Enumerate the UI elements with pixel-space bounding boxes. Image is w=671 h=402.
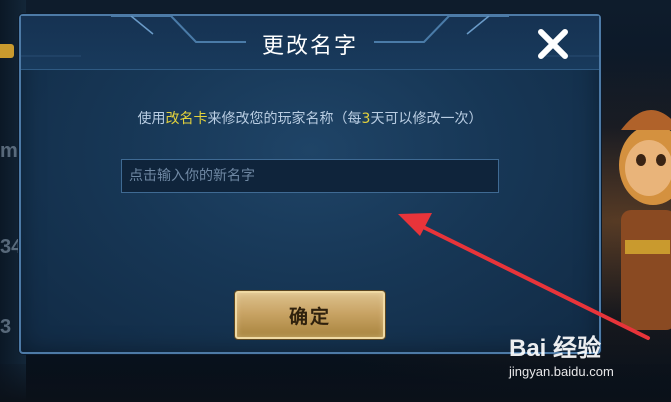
confirm-button[interactable]: 确定 — [235, 291, 385, 339]
background-badge — [0, 44, 14, 58]
dialog-title: 更改名字 — [261, 34, 358, 59]
baidu-jingyan-watermark: Bai 经验 jingyan.baidu.com — [509, 328, 659, 388]
rename-card-label: 改名卡 — [165, 111, 208, 127]
instruction-middle: 来修改您的玩家名称（每 — [207, 111, 362, 127]
close-icon[interactable] — [537, 28, 569, 60]
rename-dialog: 更改名字 使用改名卡来修改您的玩家名称（每3天可以修改一次） 确定 — [19, 14, 601, 354]
background-text: m — [0, 140, 18, 162]
new-name-input[interactable] — [121, 159, 499, 193]
background-text: 3 — [0, 316, 12, 338]
dialog-header: 更改名字 — [21, 16, 599, 70]
watermark-url: jingyan.baidu.com — [509, 364, 614, 379]
watermark-logo: Bai 经验 — [509, 335, 602, 362]
instruction-prefix: 使用 — [137, 111, 166, 127]
rename-instruction: 使用改名卡来修改您的玩家名称（每3天可以修改一次） — [21, 108, 599, 128]
instruction-suffix: 天可以修改一次） — [370, 111, 483, 127]
